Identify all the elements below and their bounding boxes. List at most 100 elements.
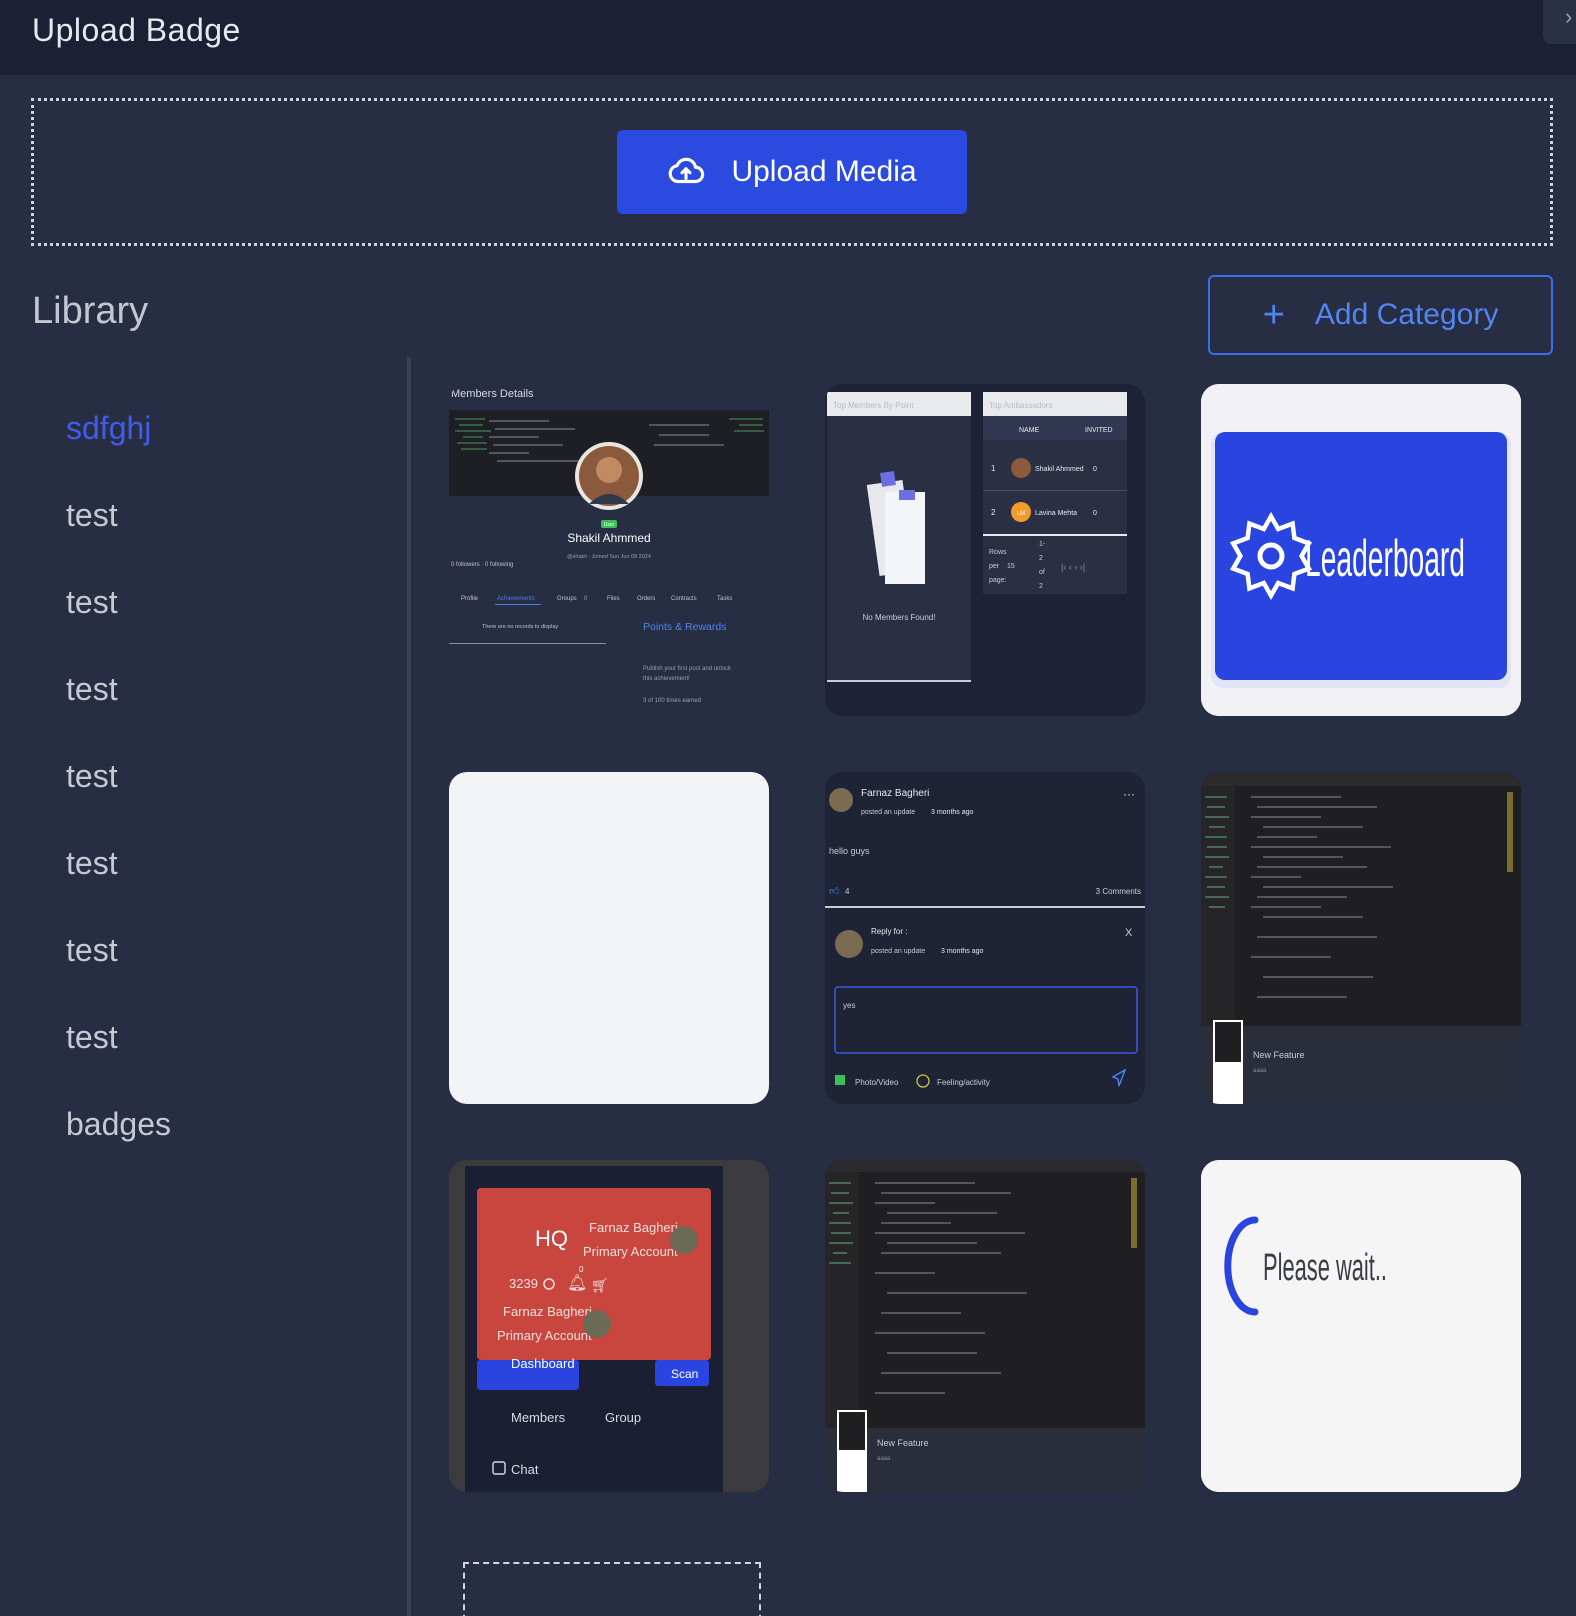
member-follow: 0 followers · 0 following	[451, 562, 513, 568]
modal-header: Upload Badge	[0, 0, 1576, 75]
media-caption-sub: aaaa	[1253, 1068, 1267, 1074]
groups-tab: Groups	[557, 596, 577, 602]
contracts-tab: Contracts	[671, 596, 697, 602]
post-author: Farnaz Bagheri	[861, 788, 929, 799]
rows-per-page-value: 15	[1007, 563, 1015, 570]
col-name: NAME	[1019, 427, 1040, 434]
media-thumbnail[interactable]: Farnaz Bagheri posted an update 3 months…	[825, 772, 1145, 1104]
category-item-test[interactable]: test	[66, 994, 386, 1081]
pagination-icons: |‹ ‹ › ›|	[1061, 562, 1085, 572]
like-count: 4	[845, 887, 850, 896]
account-name: Farnaz Bagheri	[503, 1304, 592, 1319]
feeling-label: Feeling/activity	[937, 1078, 990, 1087]
more-options-icon: ···	[1123, 787, 1135, 801]
add-category-label: Add Category	[1314, 298, 1499, 331]
rows-per-page-label: per	[989, 563, 1000, 570]
category-item-test[interactable]: test	[66, 559, 386, 646]
leaderboard-label: Leaderboard	[1305, 530, 1465, 588]
avatar-initials: LM	[1017, 511, 1025, 517]
upload-media-button[interactable]: Upload Media	[617, 130, 967, 214]
media-thumbnail[interactable]: Top Members By Point No Members Found! T…	[825, 384, 1145, 716]
achievements-tab: Achievements	[497, 596, 535, 602]
row-rank: 1	[991, 464, 996, 473]
achievement-count: 3 of 100 times earned	[643, 698, 701, 704]
media-thumbnail[interactable]: HQ Farnaz Bagheri Primary Account 3239 🔔…	[449, 1160, 769, 1492]
profile-tab: Profile	[461, 596, 479, 602]
close-reply-icon: X	[1125, 927, 1133, 939]
range-text: of	[1039, 569, 1045, 576]
members-label: Members	[511, 1410, 566, 1425]
account-type: Primary Account	[497, 1328, 592, 1343]
media-thumbnail[interactable]: New Feature aaaa	[1201, 772, 1521, 1104]
bell-icon: 🔔︎	[567, 1274, 587, 1292]
member-name: Shakil Ahmmed	[567, 531, 650, 545]
member-meta: @shakil · Joined Sun Jun 09 2024	[567, 554, 651, 560]
avatar	[670, 1226, 698, 1254]
empty-records: There are no records to display	[482, 624, 558, 630]
comment-count: 3 Comments	[1096, 887, 1141, 896]
bell-count: 0	[579, 1265, 584, 1274]
upload-media-label: Upload Media	[731, 155, 917, 188]
add-category-button[interactable]: + Add Category	[1208, 275, 1553, 355]
media-caption: New Feature	[1253, 1050, 1305, 1060]
member-role-badge: User	[604, 522, 615, 528]
dashboard-label: Dashboard	[511, 1356, 575, 1371]
library-title: Library	[32, 290, 149, 332]
media-caption: New Feature	[877, 1438, 929, 1448]
rows-per-page-label: page:	[989, 577, 1007, 584]
media-thumbnail[interactable]: Members Details User Shakil Ahmmed @shak…	[449, 384, 769, 716]
range-text: 2	[1039, 555, 1043, 562]
row-name: Shakil Ahmmed	[1035, 466, 1084, 473]
points-count: 3239	[509, 1276, 538, 1291]
reply-meta-time: 3 months ago	[941, 948, 984, 955]
row-rank: 2	[991, 508, 996, 517]
category-item-test[interactable]: test	[66, 472, 386, 559]
category-item-test[interactable]: test	[66, 820, 386, 907]
post-body: hello guys	[829, 846, 870, 856]
group-label: Group	[605, 1410, 641, 1425]
media-thumbnail[interactable]: New Feature aaaa	[825, 1160, 1145, 1492]
tasks-tab: Tasks	[717, 596, 732, 602]
reply-meta-prefix: posted an update	[871, 948, 925, 955]
category-item-sdfghj[interactable]: sdfghj	[66, 385, 386, 472]
category-item-badges[interactable]: badges	[66, 1081, 386, 1168]
scan-label: Scan	[671, 1367, 698, 1381]
plus-icon: +	[1262, 294, 1285, 336]
row-invited: 0	[1093, 510, 1097, 517]
cart-icon: 🛒︎	[591, 1277, 609, 1293]
category-item-test[interactable]: test	[66, 646, 386, 733]
points-rewards-title: Points & Rewards	[643, 621, 726, 633]
achievement-text-1: Publish your first post and unlock	[643, 666, 732, 672]
reply-input-text: yes	[843, 1001, 855, 1010]
category-item-test[interactable]: test	[66, 907, 386, 994]
row-name: Lavina Mehta	[1035, 510, 1077, 517]
media-thumbnail[interactable]: Leaderboard	[1201, 384, 1521, 716]
cloud-upload-icon	[669, 157, 705, 184]
hq-logo: HQ	[535, 1226, 568, 1251]
col-invited: INVITED	[1085, 427, 1113, 434]
category-item-test[interactable]: test	[66, 733, 386, 820]
sidebar-divider	[407, 357, 411, 1616]
modal-title: Upload Badge	[32, 12, 241, 48]
chat-label: Chat	[511, 1462, 539, 1477]
avatar	[1011, 458, 1031, 478]
media-thumbnail[interactable]: Please wait..	[1201, 1160, 1521, 1492]
avatar	[583, 1310, 611, 1338]
members-details-heading: Members Details	[451, 388, 534, 400]
media-thumbnail[interactable]	[449, 772, 769, 1104]
photo-video-label: Photo/Video	[855, 1078, 899, 1087]
close-button[interactable]: ›	[1543, 0, 1576, 44]
avatar	[835, 930, 863, 958]
post-meta-prefix: posted an update	[861, 809, 915, 816]
range-text: 2	[1039, 583, 1043, 590]
no-members-found: No Members Found!	[863, 613, 936, 622]
please-wait-text: Please wait..	[1263, 1247, 1387, 1289]
avatar	[829, 788, 853, 812]
chevron-right-icon: ›	[1565, 4, 1573, 29]
rows-per-page-label: Rows	[989, 549, 1007, 556]
orders-tab: Orders	[637, 596, 655, 602]
add-media-slot[interactable]	[463, 1562, 761, 1616]
category-list: sdfghj test test test test test test tes…	[66, 385, 386, 1168]
row-invited: 0	[1093, 466, 1097, 473]
post-meta-time: 3 months ago	[931, 809, 974, 816]
